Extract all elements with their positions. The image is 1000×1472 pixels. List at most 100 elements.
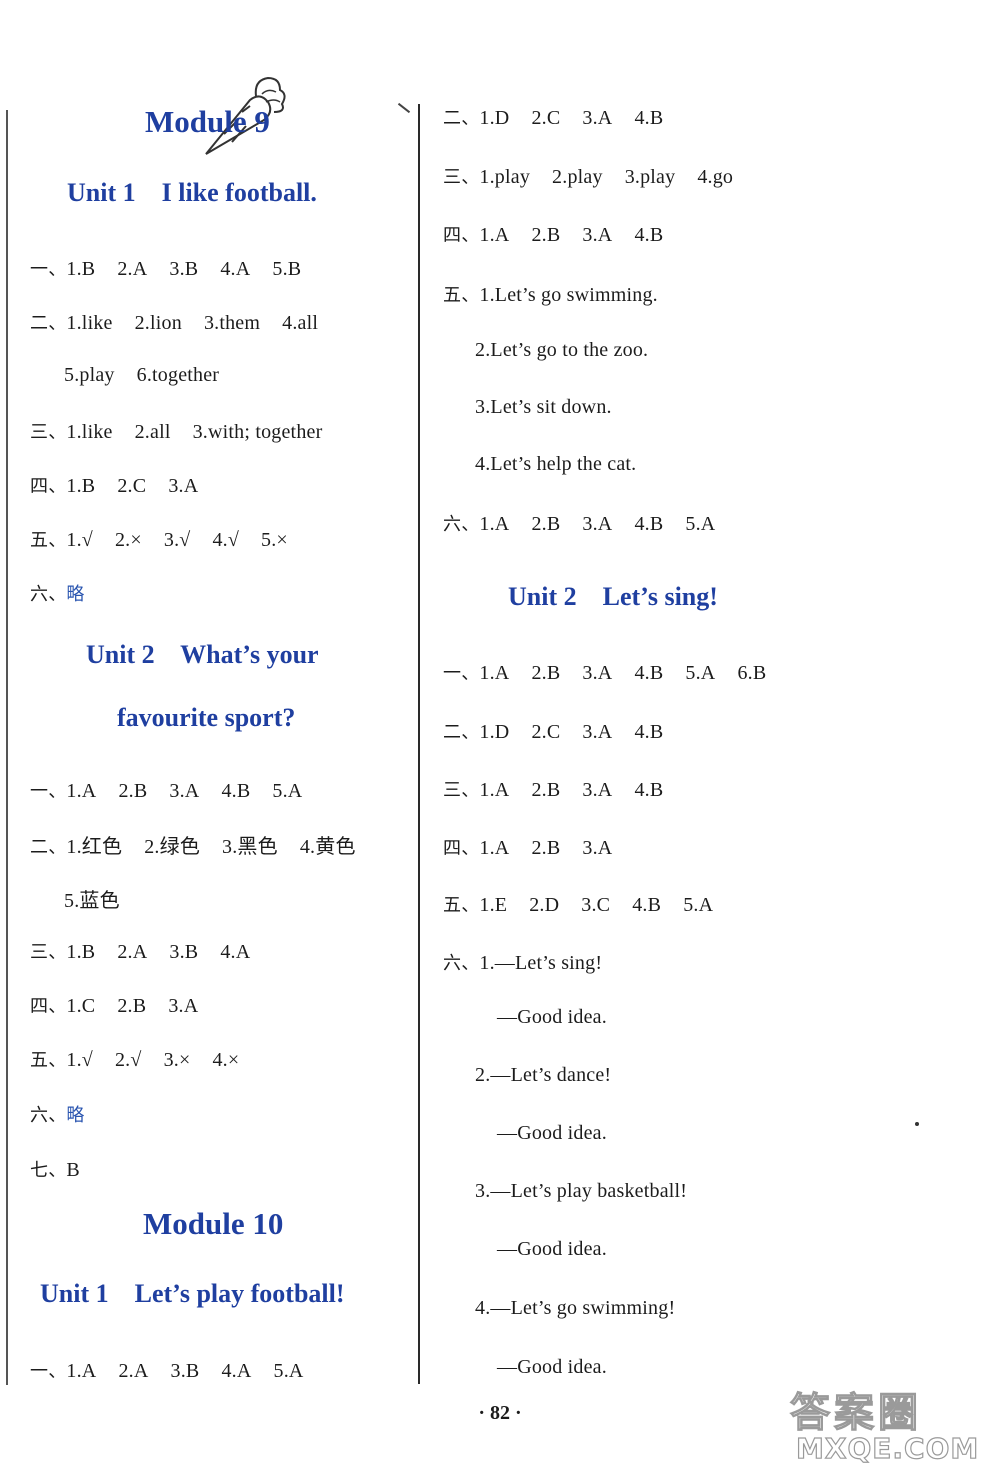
answer-line: 三、1.B 2.A 3.B 4.A <box>30 938 272 964</box>
left-margin-rule <box>6 110 8 1385</box>
answer-item: —Good idea. <box>497 1006 607 1028</box>
answer-line: 四、1.A 2.B 3.A 4.B <box>443 221 685 247</box>
answer-item: 2.B <box>531 224 561 246</box>
answer-item: 4.× <box>212 1049 240 1071</box>
answer-item: 1.A <box>479 513 510 535</box>
question-number-label: 三、 <box>30 942 67 963</box>
answer-item: 3.A <box>582 837 613 859</box>
answer-line: 5.蓝色 <box>64 884 142 913</box>
answer-item: 2.A <box>118 1360 149 1382</box>
answer-item: 5.A <box>683 894 714 916</box>
answer-item: 4.all <box>282 312 319 334</box>
answer-item: 3.Let’s sit down. <box>475 396 612 418</box>
answer-item: 4.B <box>634 721 664 743</box>
answer-line: 三、1.A 2.B 3.A 4.B <box>443 776 685 802</box>
answer-item: 4.B <box>634 224 664 246</box>
answer-item: B <box>66 1159 80 1181</box>
answer-item: 5.B <box>272 258 302 280</box>
column-divider <box>418 104 420 1384</box>
answer-item: 3.B <box>169 941 199 963</box>
question-number-label: 七、 <box>30 1160 67 1181</box>
answer-item: 1.B <box>66 475 96 497</box>
answer-item: 4.go <box>697 166 734 188</box>
answer-item: 1.A <box>66 780 97 802</box>
answer-item: 略 <box>66 1105 85 1126</box>
question-number-label: 一、 <box>30 259 67 280</box>
question-number-label: 六、 <box>443 514 480 535</box>
module-10-title: Module 10 <box>143 1206 284 1241</box>
answer-item: 3.A <box>169 780 200 802</box>
answer-item: —Good idea. <box>497 1238 607 1260</box>
answer-item: 2.C <box>117 475 147 497</box>
answer-item: 1.B <box>66 258 96 280</box>
answer-line: 4.Let’s help the cat. <box>475 453 658 476</box>
answer-item: 1.A <box>479 662 510 684</box>
answer-item: 4.B <box>632 894 662 916</box>
answer-item: 3.× <box>163 1049 191 1071</box>
answer-item: 3.play <box>624 166 676 188</box>
question-number-label: 五、 <box>443 895 480 916</box>
answer-item: 3.黑色 <box>222 836 278 858</box>
answer-item: 4.A <box>220 258 251 280</box>
answer-item: 2.A <box>117 941 148 963</box>
answer-item: 1.B <box>66 941 96 963</box>
answer-item: 6.together <box>136 364 220 386</box>
answer-line: 四、1.B 2.C 3.A <box>30 472 220 498</box>
question-number-label: 二、 <box>443 108 480 129</box>
answer-line: —Good idea. <box>497 1238 629 1261</box>
answer-line: 一、1.A 2.A 3.B 4.A 5.A <box>30 1357 326 1383</box>
answer-item: 2.lion <box>134 312 182 334</box>
answer-item: 3.with; together <box>192 421 323 443</box>
answer-item: 4.B <box>634 662 664 684</box>
answer-item: 5.A <box>685 513 716 535</box>
answer-item: 4.—Let’s go swimming! <box>475 1297 676 1319</box>
question-number-label: 六、 <box>30 1105 67 1126</box>
answer-line: 五、1.E 2.D 3.C 4.B 5.A <box>443 891 735 917</box>
answer-line: 六、略 <box>30 1101 107 1127</box>
answer-item: 2.C <box>531 721 561 743</box>
answer-item: 2.B <box>118 780 148 802</box>
question-number-label: 二、 <box>30 837 67 858</box>
answer-item: 5.A <box>685 662 716 684</box>
answer-item: 1.play <box>479 166 531 188</box>
answer-item: 3.B <box>170 1360 200 1382</box>
answer-item: 1.D <box>479 721 510 743</box>
module-9-unit-2-title-line-1: Unit 2 What’s your <box>86 640 319 669</box>
question-number-label: 六、 <box>443 953 480 974</box>
answer-item: 4.√ <box>212 529 240 551</box>
answer-item: 1.Let’s go swimming. <box>479 284 658 306</box>
module-9-title: Module 9 <box>145 104 270 139</box>
answer-line: 四、1.A 2.B 3.A <box>443 834 634 860</box>
answer-item: 3.A <box>582 513 613 535</box>
question-number-label: 一、 <box>443 663 480 684</box>
answer-item: 略 <box>66 584 85 605</box>
answer-item: 3.them <box>203 312 261 334</box>
answer-item: 2.—Let’s dance! <box>475 1064 612 1086</box>
answer-item: 4.B <box>221 780 251 802</box>
answer-item: 2.B <box>531 662 561 684</box>
answer-line: —Good idea. <box>497 1006 629 1029</box>
answer-item: —Good idea. <box>497 1356 607 1378</box>
module-10-unit-1-title: Unit 1 Let’s play football! <box>40 1279 345 1308</box>
watermark-logo-text: 答案圈 <box>789 1389 922 1436</box>
answer-line: 五、1.√ 2.√ 3.× 4.× <box>30 1046 261 1072</box>
watermark-url: MXQE.COM <box>795 1431 980 1465</box>
answer-line: 二、1.红色 2.绿色 3.黑色 4.黄色 <box>30 830 378 859</box>
answer-item: 4.黄色 <box>299 836 356 858</box>
answer-item: 1.A <box>66 1360 97 1382</box>
answer-line: 六、略 <box>30 580 107 606</box>
answer-item: 1.A <box>479 837 510 859</box>
answer-line: 一、1.A 2.B 3.A 4.B 5.A 6.B <box>443 659 788 685</box>
module-9-unit-2-title-line-2: favourite sport? <box>117 703 296 732</box>
answer-item: 5.A <box>273 1360 304 1382</box>
answer-line: 4.—Let’s go swimming! <box>475 1297 697 1320</box>
module-10-unit-2-title: Unit 2 Let’s sing! <box>508 582 718 611</box>
answer-item: 2.Let’s go to the zoo. <box>475 339 649 361</box>
answer-line: 三、1.play 2.play 3.play 4.go <box>443 163 755 189</box>
answer-line: 5.play 6.together <box>64 364 241 387</box>
answer-item: 2.all <box>134 421 171 443</box>
answer-item: 1.like <box>66 312 113 334</box>
answer-line: 3.Let’s sit down. <box>475 396 634 419</box>
answer-item: 3.A <box>582 107 613 129</box>
question-number-label: 四、 <box>30 476 67 497</box>
